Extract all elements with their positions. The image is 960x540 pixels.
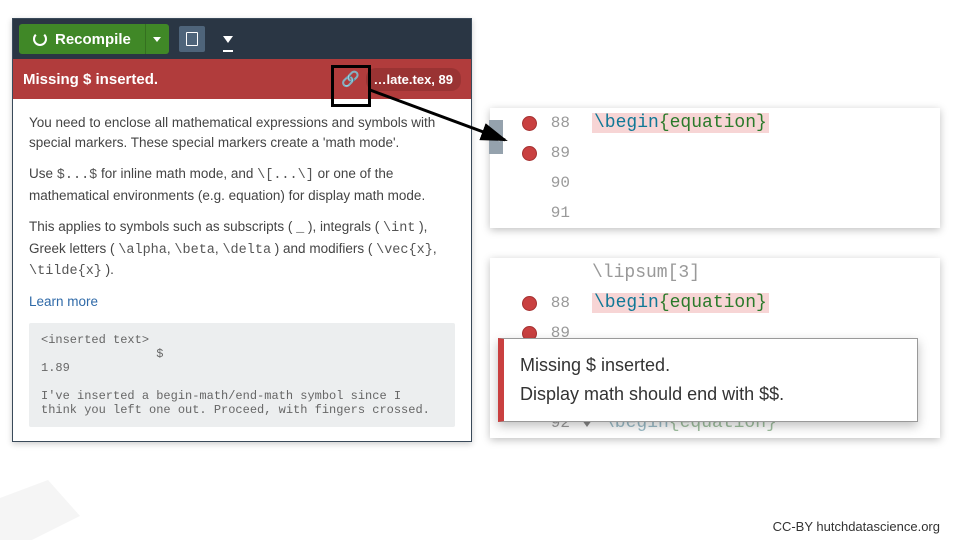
log-panel: Recompile Missing $ inserted. 🔗 …late.te… bbox=[12, 18, 472, 442]
error-marker-icon[interactable] bbox=[522, 116, 537, 131]
collapse-panel-button[interactable]: ◀ bbox=[489, 120, 503, 154]
download-icon bbox=[223, 36, 233, 43]
attribution: CC-BY hutchdatascience.org bbox=[773, 519, 940, 534]
line-number: 90 bbox=[542, 174, 580, 192]
refresh-icon bbox=[33, 32, 47, 46]
error-paragraph: This applies to symbols such as subscrip… bbox=[29, 217, 455, 282]
line-number: 88 bbox=[542, 294, 580, 312]
error-location[interactable]: …late.tex, 89 bbox=[366, 68, 462, 91]
error-header: Missing $ inserted. 🔗 …late.tex, 89 bbox=[13, 59, 471, 99]
recompile-label: Recompile bbox=[55, 31, 131, 48]
view-logs-button[interactable] bbox=[179, 26, 205, 52]
recompile-button[interactable]: Recompile bbox=[19, 24, 145, 54]
document-icon bbox=[186, 32, 198, 46]
decorative-corner bbox=[0, 480, 80, 540]
raw-log: <inserted text> $ 1.89 I've inserted a b… bbox=[29, 323, 455, 427]
error-marker-icon[interactable] bbox=[522, 296, 537, 311]
learn-more-link[interactable]: Learn more bbox=[29, 294, 455, 309]
line-number: 89 bbox=[542, 144, 580, 162]
editor-line[interactable]: \lipsum[3] bbox=[490, 258, 940, 288]
error-marker-icon[interactable] bbox=[522, 146, 537, 161]
link-icon: 🔗 bbox=[341, 70, 360, 88]
line-number: 91 bbox=[542, 204, 580, 222]
line-number: 88 bbox=[542, 114, 580, 132]
error-paragraph: Use $...$ for inline math mode, and \[..… bbox=[29, 164, 455, 205]
tooltip-line: Display math should end with $$. bbox=[520, 380, 901, 409]
tooltip-line: Missing $ inserted. bbox=[520, 351, 901, 380]
error-paragraph: You need to enclose all mathematical exp… bbox=[29, 113, 455, 152]
error-tooltip: Missing $ inserted. Display math should … bbox=[498, 338, 918, 422]
goto-source-button[interactable]: 🔗 bbox=[342, 70, 360, 88]
caret-down-icon bbox=[153, 37, 161, 42]
editor-line[interactable]: 90 bbox=[490, 168, 940, 198]
error-body: You need to enclose all mathematical exp… bbox=[13, 99, 471, 441]
error-title: Missing $ inserted. bbox=[23, 71, 158, 88]
download-button[interactable] bbox=[215, 26, 241, 52]
editor-snippet-top: ◀ 88 \begin{equation} 89 90 91 bbox=[490, 108, 940, 228]
editor-line[interactable]: 91 bbox=[490, 198, 940, 228]
editor-line[interactable]: 89 bbox=[490, 138, 940, 168]
editor-line[interactable]: 88 \begin{equation} bbox=[490, 108, 940, 138]
recompile-dropdown[interactable] bbox=[145, 24, 169, 54]
editor-line[interactable]: 88 \begin{equation} bbox=[490, 288, 940, 318]
compile-toolbar: Recompile bbox=[13, 19, 471, 59]
